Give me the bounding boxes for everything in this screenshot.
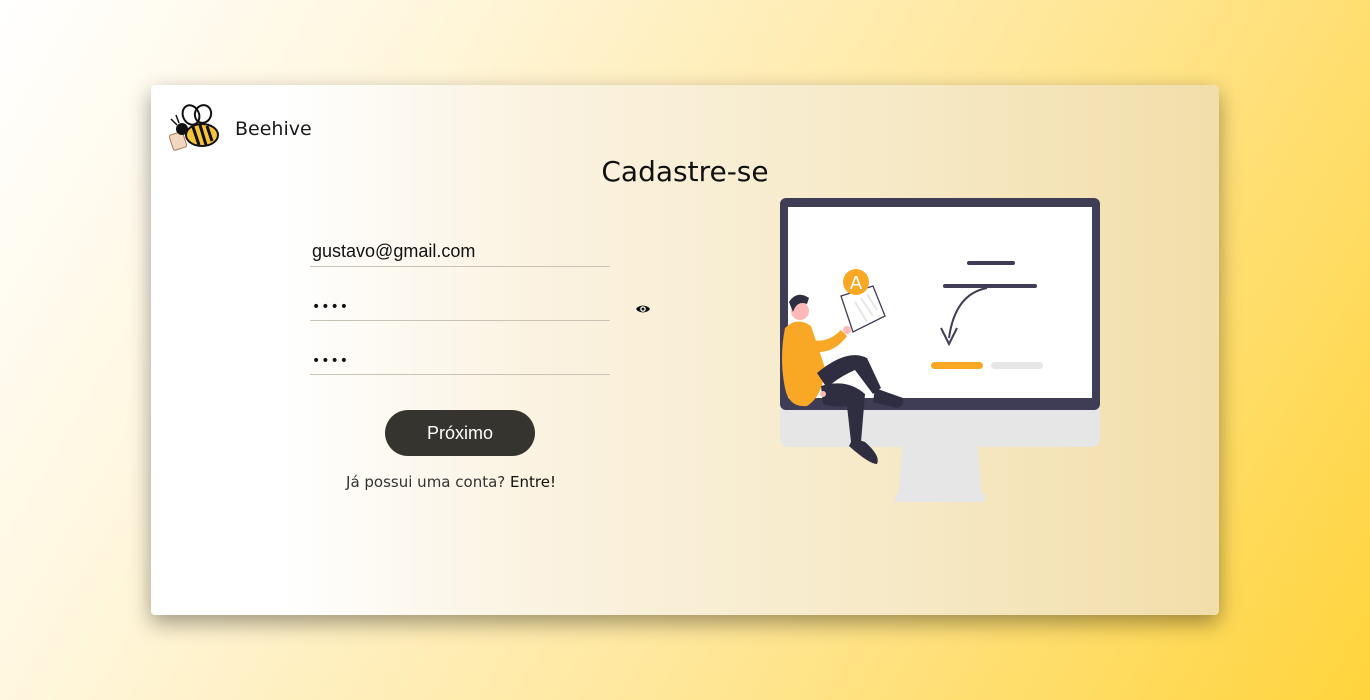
login-prompt-text: Já possui uma conta?	[346, 473, 506, 491]
illustration-badge-letter: A	[850, 273, 863, 294]
signup-card: Beehive Cadastre-se •••• •••• Próximo Já…	[151, 85, 1219, 615]
bee-icon	[169, 104, 219, 151]
email-field[interactable]	[310, 237, 610, 267]
brand-name: Beehive	[235, 118, 312, 140]
next-button[interactable]: Próximo	[385, 410, 535, 456]
eye-icon[interactable]	[635, 302, 651, 316]
confirm-password-field[interactable]	[310, 345, 610, 375]
password-field[interactable]	[310, 291, 610, 321]
page-title: Cadastre-se	[601, 155, 769, 188]
login-link[interactable]: Entre!	[510, 473, 556, 491]
person-with-monitor-illustration: A	[780, 198, 1100, 502]
brand: Beehive	[169, 103, 312, 155]
login-prompt-line: Já possui uma conta? Entre!	[151, 473, 751, 491]
